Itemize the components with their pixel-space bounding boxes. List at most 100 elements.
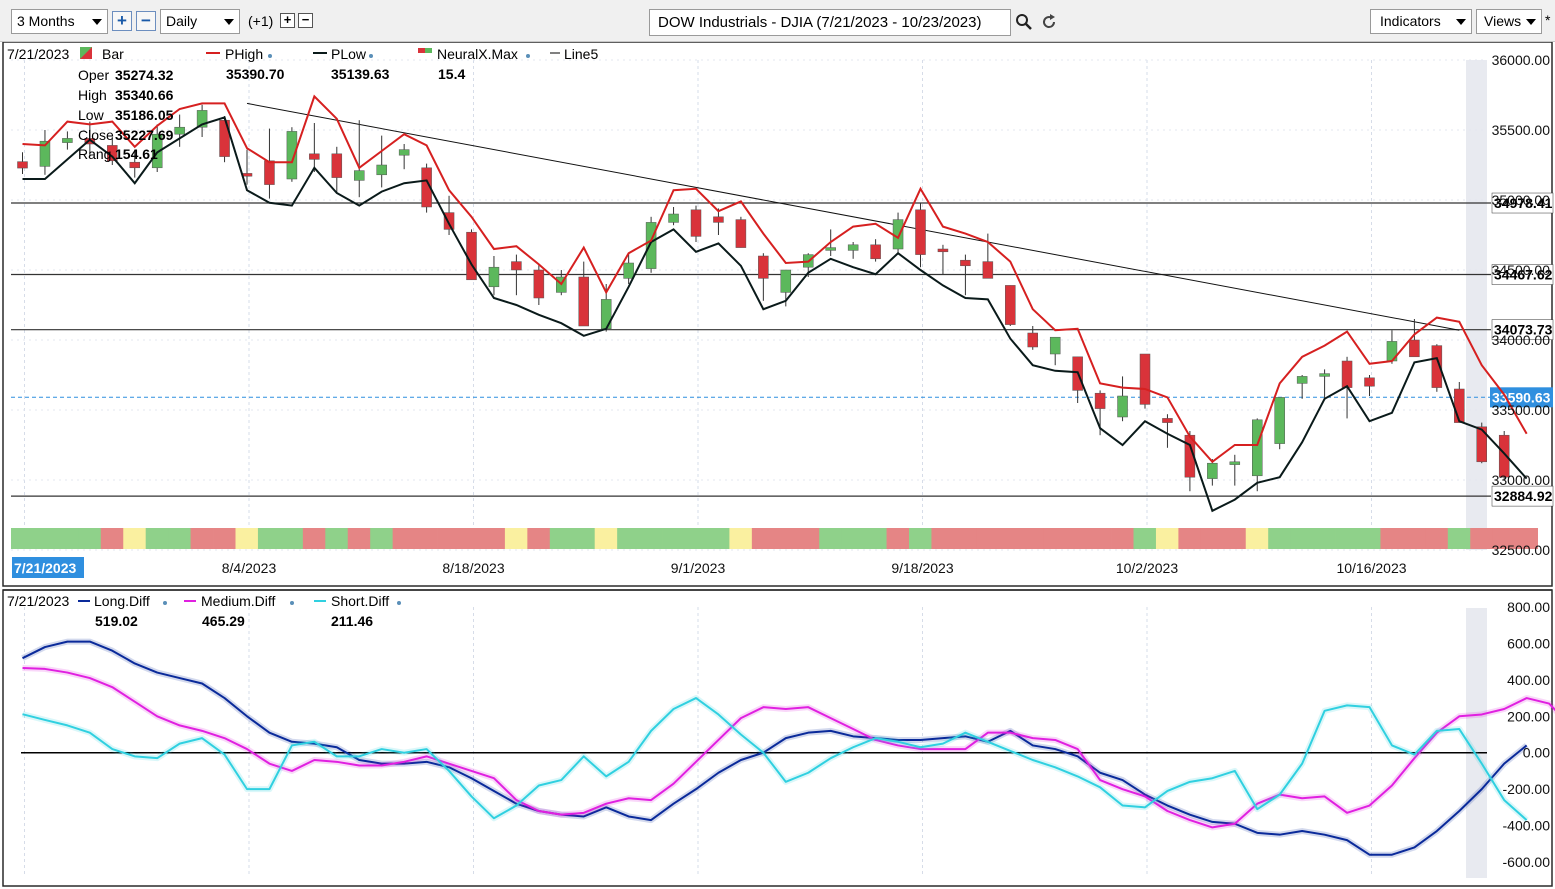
candle-body	[1162, 418, 1173, 423]
x-axis-tick-label: 9/1/2023	[671, 560, 726, 576]
candle-body	[331, 153, 343, 178]
legend-range-label: Rang	[78, 146, 111, 162]
legend-high-label: High	[78, 87, 107, 103]
chart-title[interactable]: DOW Industrials - DJIA (7/21/2023 - 10/2…	[649, 9, 1011, 36]
signal-band-cell	[796, 528, 820, 549]
legend-short-value: 211.46	[331, 613, 373, 629]
candle-body	[892, 219, 904, 250]
settings-dot-icon	[526, 54, 530, 58]
price-y-tick-label: 36000.00	[1492, 52, 1551, 68]
candle-body	[713, 216, 724, 223]
signal-band-cell	[639, 528, 663, 549]
signal-band-cell	[774, 528, 798, 549]
signal-band-cell	[437, 528, 461, 549]
signal-band-cell	[1335, 528, 1359, 549]
legend-date: 7/21/2023	[7, 46, 69, 62]
signal-band-cell	[33, 528, 57, 549]
indicators-menu[interactable]: Indicators	[1370, 9, 1472, 34]
diff-y-tick-label: 200.00	[1507, 708, 1550, 724]
legend-open-value: 35274.32	[115, 67, 174, 83]
signal-band-cell	[1111, 528, 1134, 549]
interval-select-value: Daily	[166, 13, 198, 29]
offset-minus-button[interactable]: −	[298, 13, 313, 28]
legend-short-label: Short.Diff	[331, 593, 389, 609]
signal-band-cell	[504, 528, 528, 549]
diff-legend-date: 7/21/2023	[7, 593, 69, 609]
candle-body	[937, 248, 949, 253]
signal-band-cell	[1313, 528, 1336, 549]
chevron-down-icon	[1526, 19, 1536, 25]
legend-neuralx-label: NeuralX.Max	[437, 46, 518, 62]
candle-body	[1252, 419, 1263, 477]
legend-long-label: Long.Diff	[94, 593, 150, 609]
candle-body	[264, 160, 275, 185]
signal-band-cell	[415, 528, 438, 549]
legend-high-value: 35340.66	[115, 87, 174, 103]
signal-band-cell	[460, 528, 483, 549]
candle-body	[1274, 397, 1285, 444]
signal-band-cell	[482, 528, 506, 549]
settings-dot-icon	[290, 601, 294, 605]
more-button[interactable]: *	[1545, 12, 1550, 28]
offset-plus-button[interactable]: +	[280, 13, 295, 28]
signal-band-cell	[706, 528, 730, 549]
price-y-tick-label: 34000.00	[1492, 332, 1551, 348]
candle-body	[645, 222, 657, 269]
candle-body	[1027, 332, 1038, 348]
x-axis-tick-label: 10/16/2023	[1336, 560, 1406, 576]
candle-body	[17, 161, 28, 169]
candle-body	[174, 126, 185, 135]
views-menu[interactable]: Views	[1476, 9, 1542, 34]
signal-band-cell	[1402, 528, 1426, 549]
candle-body	[1319, 373, 1330, 377]
settings-dot-icon	[268, 54, 272, 58]
signal-band-cell	[213, 528, 236, 549]
signal-band-cell	[549, 528, 573, 549]
signal-band-cell	[280, 528, 304, 549]
level-label: 32884.92	[1494, 488, 1553, 504]
legend-plow-label: PLow	[331, 46, 367, 62]
signal-band-cell	[1290, 528, 1314, 549]
signal-band-cell	[1133, 528, 1157, 549]
signal-band-cell	[886, 528, 910, 549]
diff-y-tick-label: 400.00	[1507, 672, 1550, 688]
candle-body	[668, 213, 679, 223]
x-axis-tick-label: 8/18/2023	[442, 560, 504, 576]
signal-band-cell	[998, 528, 1022, 549]
signal-band-cell	[325, 528, 349, 549]
candle-body	[825, 247, 836, 251]
legend-bar-label: Bar	[102, 46, 124, 62]
candle-body	[1049, 336, 1061, 355]
x-axis-tick-label: 8/4/2023	[222, 560, 277, 576]
interval-select[interactable]: Daily	[160, 9, 240, 34]
signal-band-cell	[347, 528, 371, 549]
diff-y-tick-label: 800.00	[1507, 599, 1550, 615]
candle-body	[1229, 461, 1241, 465]
candle-body	[1207, 462, 1218, 479]
signal-band-cell	[392, 528, 416, 549]
legend-open-label: Oper	[78, 67, 109, 83]
diff-y-tick-label: 0.00	[1523, 745, 1550, 761]
period-select[interactable]: 3 Months	[11, 9, 108, 34]
candle-body	[623, 262, 634, 279]
chart-area[interactable]: 34978.4134467.6234073.7332884.9233590.63…	[0, 42, 1555, 889]
signal-band-cell	[145, 528, 169, 549]
candle-body	[376, 164, 387, 176]
zoom-in-button[interactable]: +	[112, 11, 132, 31]
signal-band-cell	[1200, 528, 1224, 549]
refresh-icon[interactable]	[1039, 12, 1059, 32]
search-icon[interactable]	[1014, 12, 1034, 32]
signal-band-cell	[1021, 528, 1045, 549]
signal-band-cell	[370, 528, 394, 549]
signal-band-cell	[1425, 528, 1449, 549]
candle-body	[354, 170, 365, 181]
candle-body	[1296, 376, 1308, 384]
price-y-tick-label: 33500.00	[1492, 402, 1551, 418]
candle-body	[735, 219, 747, 248]
zoom-out-button[interactable]: −	[136, 11, 156, 31]
chevron-down-icon	[1456, 19, 1466, 25]
candle-body	[398, 149, 410, 156]
candle-body	[982, 261, 994, 279]
signal-band-cell	[1155, 528, 1179, 549]
candle-body	[1139, 353, 1151, 405]
